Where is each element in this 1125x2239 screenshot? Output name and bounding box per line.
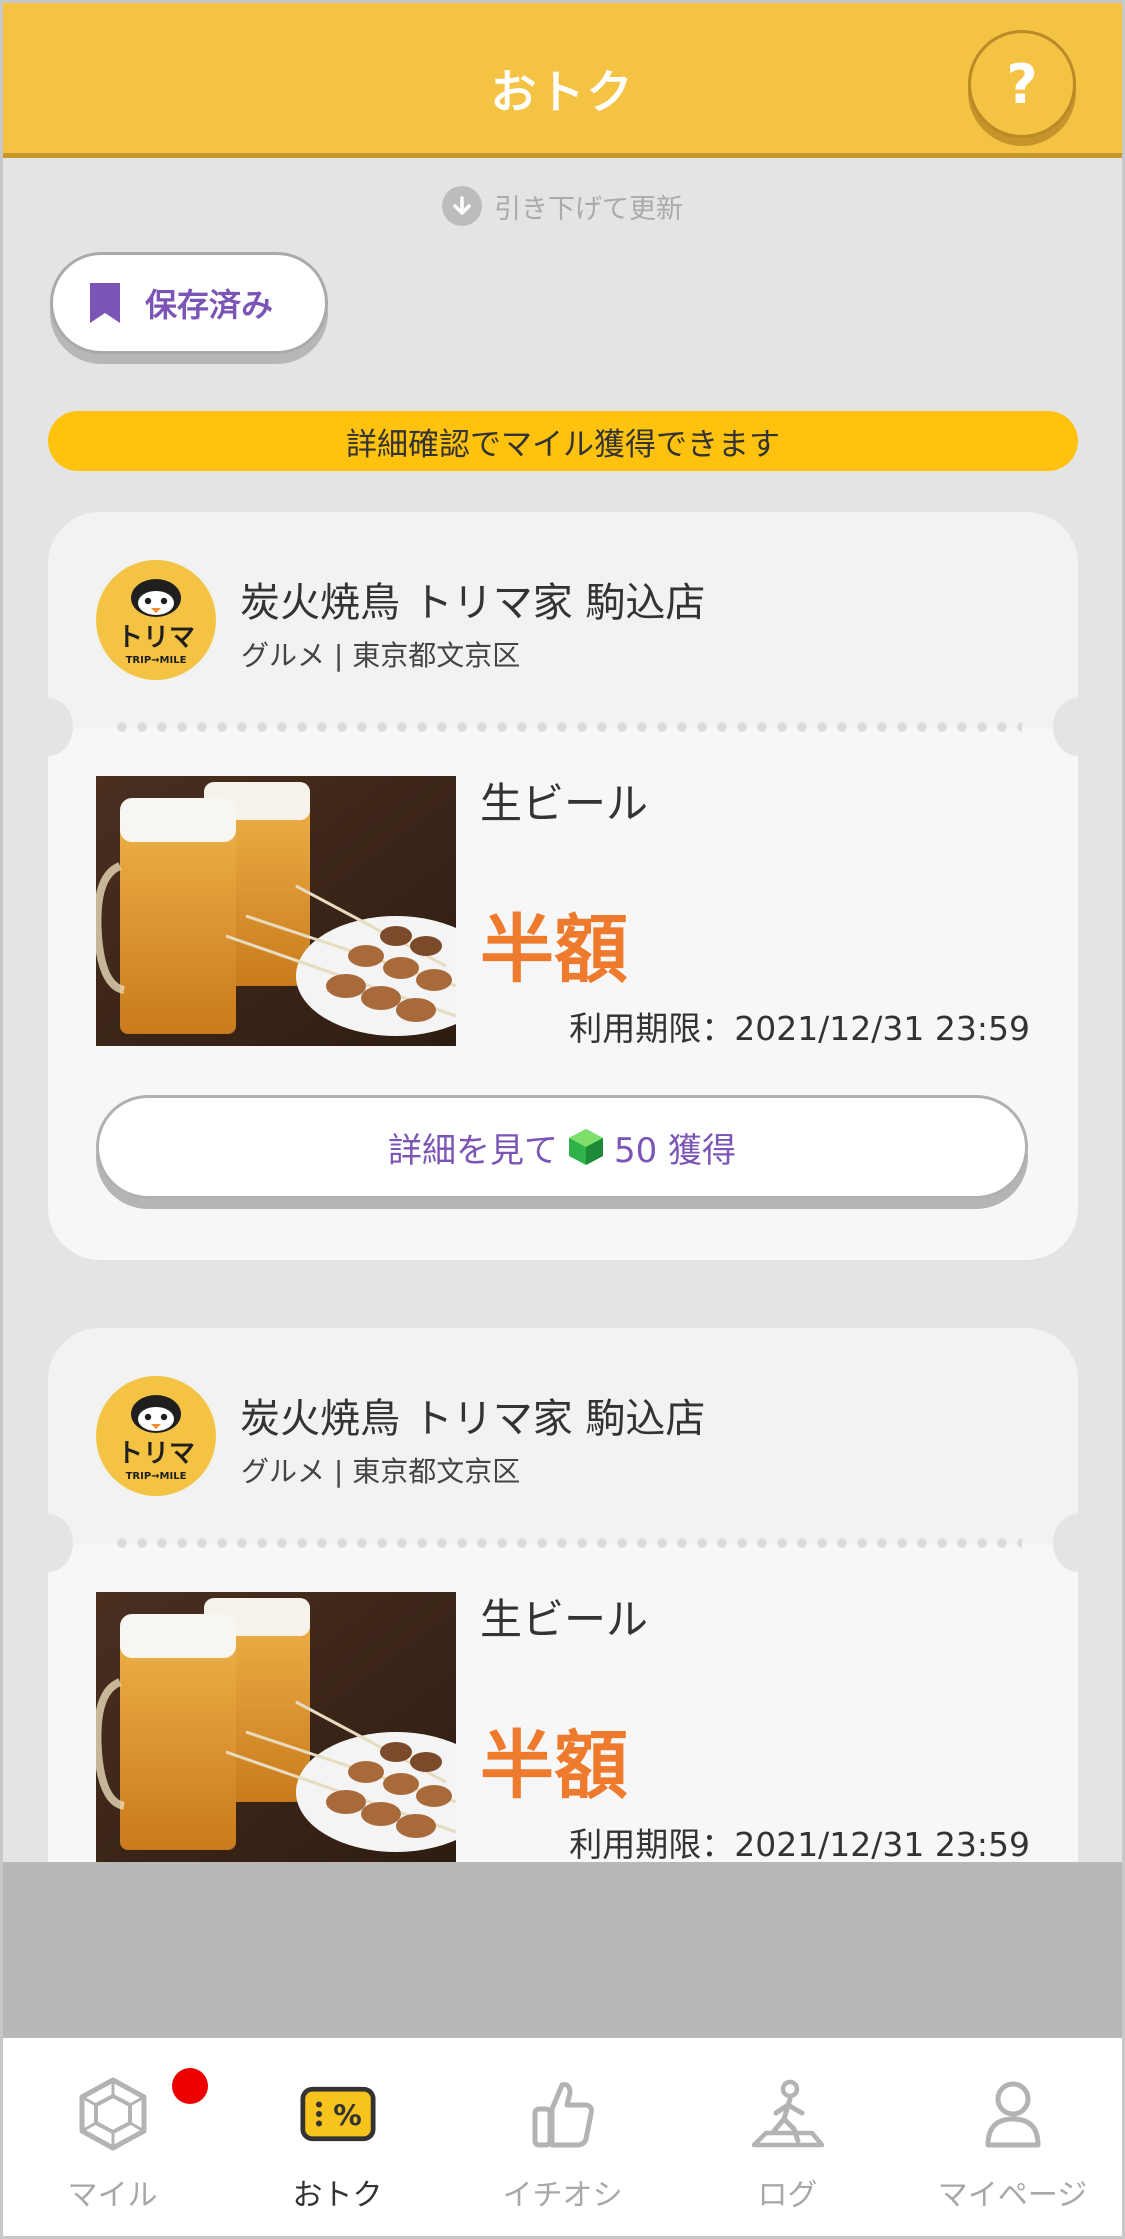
walking-icon: [750, 2076, 826, 2152]
thumbs-up-icon: [525, 2076, 601, 2152]
detail-reward: 50 獲得: [613, 1130, 737, 1171]
saved-button[interactable]: 保存済み: [50, 252, 328, 354]
discount-value: 半額: [480, 1723, 628, 1809]
item-name: 生ビール: [480, 1595, 649, 1644]
overlay-band: [0, 1862, 1125, 2038]
nav-label: イチオシ: [502, 2178, 623, 2213]
coupon-photo: [96, 776, 456, 1046]
nav-item-mile[interactable]: マイル: [0, 2038, 225, 2239]
nav-item-otoku[interactable]: % おトク: [225, 2038, 450, 2239]
item-name: 生ビール: [480, 779, 649, 828]
coupon-percent-icon: %: [299, 2076, 376, 2152]
shop-logo: トリマ TRIP→MILE: [96, 1376, 216, 1496]
svg-text:トリマ: トリマ: [117, 1439, 195, 1469]
discount-value: 半額: [480, 907, 628, 993]
nav-label: マイル: [67, 2178, 158, 2213]
arrow-down-icon: [442, 186, 482, 226]
saved-label: 保存済み: [145, 286, 274, 324]
help-button[interactable]: ?: [968, 30, 1076, 138]
svg-text:TRIP→MILE: TRIP→MILE: [126, 655, 187, 666]
shop-logo: トリマ TRIP→MILE: [96, 560, 216, 680]
coupon-card[interactable]: トリマ TRIP→MILE 炭火焼鳥 トリマ家 駒込店 グルメ | 東京都文京区: [48, 512, 1078, 1260]
perforation-divider: [112, 722, 1022, 732]
shop-name: 炭火焼鳥 トリマ家 駒込店: [240, 1396, 706, 1442]
nav-label: マイページ: [937, 2178, 1088, 2213]
shop-category: グルメ | 東京都文京区: [241, 639, 521, 672]
page-title: おトク: [490, 65, 635, 119]
detail-prefix: 詳細を見て: [387, 1130, 558, 1171]
nav-item-ichioshi[interactable]: イチオシ: [450, 2038, 675, 2239]
nav-label: おトク: [292, 2178, 383, 2213]
pull-to-refresh: 引き下げて更新: [0, 184, 1125, 228]
svg-text:TRIP→MILE: TRIP→MILE: [126, 1471, 187, 1482]
view-details-button[interactable]: 詳細を見て 50 獲得: [96, 1095, 1028, 1199]
svg-text:トリマ: トリマ: [117, 623, 195, 653]
bookmark-icon: [90, 283, 120, 323]
shop-category: グルメ | 東京都文京区: [241, 1455, 521, 1488]
app-header: おトク ?: [0, 0, 1125, 158]
bottom-nav: マイル % おトク イチオシ ログ マイページ: [0, 2038, 1125, 2239]
perforation-divider: [112, 1538, 1022, 1548]
coupon-photo: [96, 1592, 456, 1862]
help-icon: ?: [1006, 52, 1038, 116]
gem-icon: [75, 2076, 151, 2152]
expiry-date: 利用期限：2021/12/31 23:59: [569, 1825, 1030, 1864]
nav-item-mypage[interactable]: マイページ: [900, 2038, 1125, 2239]
banner-text: 詳細確認でマイル獲得できます: [346, 426, 780, 463]
person-icon: [975, 2076, 1051, 2152]
coupon-card[interactable]: トリマ TRIP→MILE 炭火焼鳥 トリマ家 駒込店 グルメ | 東京都文京区: [48, 1328, 1078, 1928]
svg-text:%: %: [333, 2099, 362, 2132]
notification-badge: [172, 2068, 208, 2104]
expiry-date: 利用期限：2021/12/31 23:59: [569, 1009, 1030, 1048]
nav-label: ログ: [757, 2178, 818, 2213]
shop-name: 炭火焼鳥 トリマ家 駒込店: [240, 580, 706, 626]
mile-gem-icon: [568, 1129, 603, 1165]
refresh-label: 引き下げて更新: [494, 193, 683, 225]
nav-item-log[interactable]: ログ: [675, 2038, 900, 2239]
mile-info-banner: 詳細確認でマイル獲得できます: [48, 411, 1078, 471]
